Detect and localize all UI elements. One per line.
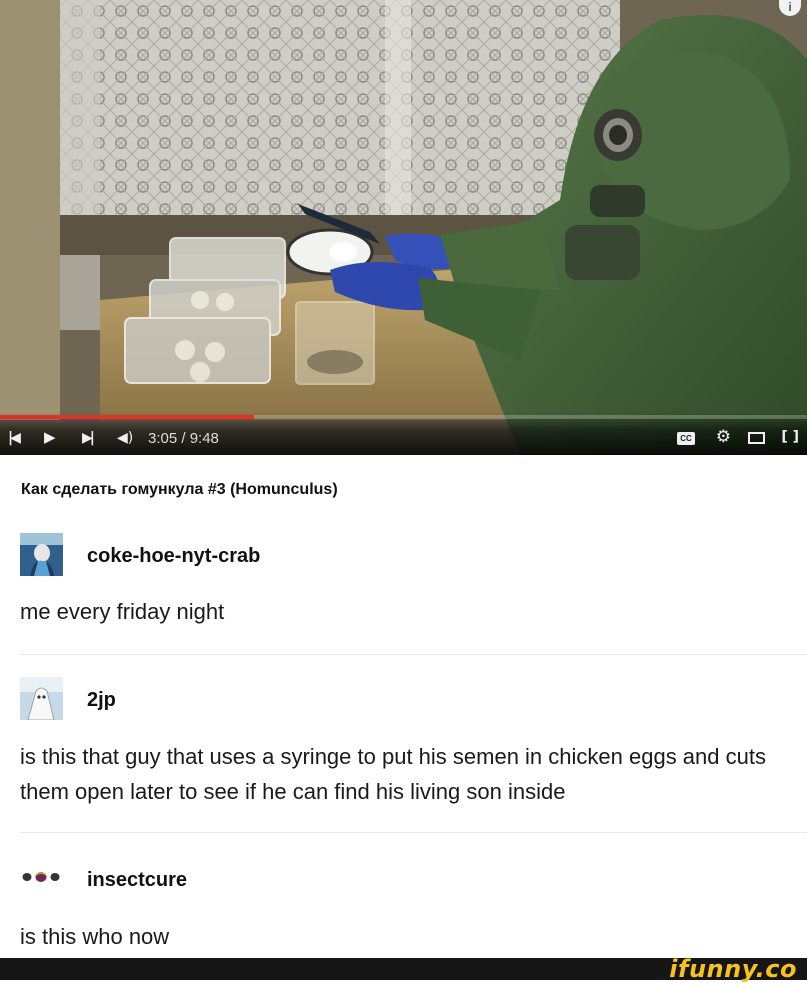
note-header: coke-hoe-nyt-crab [20,533,787,579]
avatar[interactable] [20,533,63,576]
skip-next-icon[interactable]: ▶| [82,431,95,445]
watermark-logo: ifunny.co [669,955,797,983]
username[interactable]: 2jp [87,689,116,712]
time-display: 3:05 / 9:48 [148,430,219,447]
note: insectcure is this who now [20,857,787,954]
fullscreen-icon[interactable]: [ ] [781,430,799,444]
progress-bar[interactable] [0,415,807,419]
divider [20,654,807,655]
skip-previous-icon[interactable]: |◀ [8,431,21,445]
play-icon[interactable]: ▶ [44,430,56,445]
note-text: me every friday night [20,599,225,624]
note-text: is this that guy that uses a syringe to … [20,744,766,804]
avatar[interactable] [20,857,63,900]
gear-icon[interactable]: ⚙ [716,429,731,446]
note: 2jp is this that guy that uses a syringe… [20,677,787,809]
video-frame [0,0,807,455]
divider [20,832,807,833]
miniplayer-icon[interactable] [748,432,765,444]
footer-bar: ifunny.co [0,955,807,983]
video-player[interactable]: i |◀ ▶ ▶| ◀) 3:05 / 9:48 CC ⚙ [ ] [0,0,807,455]
progress-fill [0,415,255,419]
username[interactable]: coke-hoe-nyt-crab [87,545,260,568]
captions-button[interactable]: CC [677,432,695,445]
avatar[interactable] [20,677,63,720]
note-text: is this who now [20,924,170,949]
note-header: 2jp [20,677,787,723]
note-header: insectcure [20,857,787,903]
note: coke-hoe-nyt-crab me every friday night [20,533,787,629]
volume-icon[interactable]: ◀) [117,431,133,445]
player-controls: |◀ ▶ ▶| ◀) 3:05 / 9:48 CC ⚙ [ ] [0,413,807,455]
username[interactable]: insectcure [87,869,187,892]
video-title: Как сделать гомункула #3 (Homunculus) [21,481,338,498]
